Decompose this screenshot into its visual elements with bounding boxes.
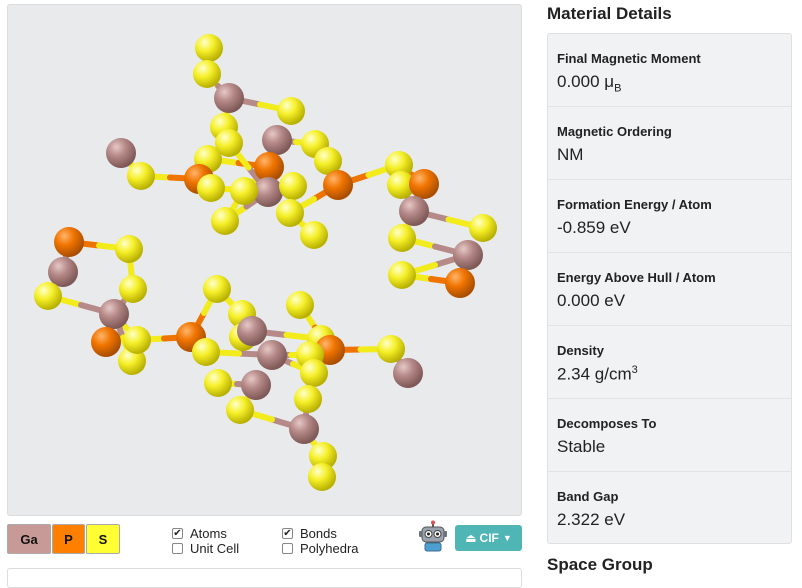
atom-p[interactable] (445, 268, 475, 298)
atom-ga[interactable] (48, 257, 78, 287)
atom-s[interactable] (123, 326, 151, 354)
atom-s[interactable] (388, 224, 416, 252)
bonds-label: Bonds (300, 526, 337, 541)
atom-s[interactable] (115, 235, 143, 263)
atom-s[interactable] (127, 162, 155, 190)
download-cif-label: CIF (479, 531, 499, 545)
atom-p[interactable] (91, 327, 121, 357)
magnetic-ordering-label: Magnetic Ordering (557, 124, 672, 139)
atom-s[interactable] (279, 172, 307, 200)
atom-s[interactable] (300, 359, 328, 387)
magnetic-ordering-row: Magnetic Ordering NM (548, 107, 791, 180)
atom-s[interactable] (203, 275, 231, 303)
atom-ga[interactable] (257, 340, 287, 370)
unit-cell-toggle[interactable]: Unit Cell (172, 541, 239, 556)
element-legend: Ga P S (7, 524, 121, 554)
download-cif-button[interactable]: ⏏ CIF ▼ (455, 525, 522, 551)
atom-s[interactable] (377, 335, 405, 363)
energy-above-hull-label: Energy Above Hull / Atom (557, 270, 716, 285)
legend-p[interactable]: P (52, 524, 85, 554)
band-gap-row: Band Gap 2.322 eV (548, 472, 791, 545)
atom-s[interactable] (226, 396, 254, 424)
atom-s[interactable] (276, 199, 304, 227)
atoms-label: Atoms (190, 526, 227, 541)
density-row: Density 2.34 g/cm3 (548, 326, 791, 399)
atom-s[interactable] (34, 282, 62, 310)
energy-above-hull-value: 0.000 eV (557, 291, 626, 310)
download-icon: ⏏ (465, 531, 477, 545)
legend-s[interactable]: S (86, 524, 120, 554)
atom-ga[interactable] (393, 358, 423, 388)
atom-p[interactable] (54, 227, 84, 257)
formation-energy-value: -0.859 eV (557, 218, 631, 237)
atom-s[interactable] (211, 207, 239, 235)
decomposes-to-value: Stable (557, 437, 606, 456)
unit-cell-checkbox[interactable] (172, 543, 183, 554)
formation-energy-label: Formation Energy / Atom (557, 197, 712, 212)
crystal-structure-3d[interactable] (8, 5, 522, 516)
atom-ga[interactable] (237, 316, 267, 346)
atom-ga[interactable] (289, 414, 319, 444)
band-gap-value: 2.322 eV (557, 510, 626, 529)
atom-s[interactable] (294, 385, 322, 413)
atom-s[interactable] (195, 34, 223, 62)
band-gap-label: Band Gap (557, 489, 619, 504)
atom-ga[interactable] (106, 138, 136, 168)
space-group-title: Space Group (547, 555, 653, 574)
bonds-checkbox[interactable]: ✔ (282, 528, 293, 539)
atom-s[interactable] (388, 261, 416, 289)
atom-ga[interactable] (262, 125, 292, 155)
atom-p[interactable] (409, 169, 439, 199)
decomposes-to-label: Decomposes To (557, 416, 657, 431)
structure-viewer[interactable] (7, 4, 522, 516)
robot-icon[interactable] (418, 520, 448, 552)
atom-ga[interactable] (453, 240, 483, 270)
atoms-toggle[interactable]: ✔ Atoms (172, 526, 239, 541)
formation-energy-row: Formation Energy / Atom -0.859 eV (548, 180, 791, 253)
atom-ga[interactable] (241, 370, 271, 400)
atom-ga[interactable] (214, 83, 244, 113)
atoms-checkbox[interactable]: ✔ (172, 528, 183, 539)
bonds-toggle[interactable]: ✔ Bonds (282, 526, 359, 541)
final-magnetic-moment-row: Final Magnetic Moment 0.000 μB (548, 34, 791, 107)
final-magnetic-moment-value: 0.000 μB (557, 72, 622, 95)
atom-s[interactable] (230, 177, 258, 205)
atom-s[interactable] (469, 214, 497, 242)
atom-s[interactable] (119, 275, 147, 303)
caret-down-icon: ▼ (502, 533, 512, 543)
atom-s[interactable] (277, 97, 305, 125)
final-magnetic-moment-label: Final Magnetic Moment (557, 51, 701, 66)
unit-cell-label: Unit Cell (190, 541, 240, 556)
display-options-right: ✔ Bonds Polyhedra (282, 526, 359, 556)
atom-ga[interactable] (99, 299, 129, 329)
polyhedra-toggle[interactable]: Polyhedra (282, 541, 359, 556)
atom-s[interactable] (286, 291, 314, 319)
material-details-title: Material Details (547, 4, 672, 23)
material-details-panel: Final Magnetic Moment 0.000 μB Magnetic … (547, 33, 792, 544)
atom-s[interactable] (192, 338, 220, 366)
legend-ga[interactable]: Ga (7, 524, 51, 554)
atom-s[interactable] (308, 463, 336, 491)
magnetic-ordering-value: NM (557, 145, 584, 164)
atom-s[interactable] (193, 60, 221, 88)
atom-ga[interactable] (399, 196, 429, 226)
atom-s[interactable] (300, 221, 328, 249)
atom-p[interactable] (323, 170, 353, 200)
polyhedra-label: Polyhedra (300, 541, 359, 556)
lower-panel (7, 568, 522, 588)
display-options-left: ✔ Atoms Unit Cell (172, 526, 239, 556)
atom-s[interactable] (197, 174, 225, 202)
decomposes-to-row: Decomposes To Stable (548, 399, 791, 472)
atom-s[interactable] (204, 369, 232, 397)
energy-above-hull-row: Energy Above Hull / Atom 0.000 eV (548, 253, 791, 326)
polyhedra-checkbox[interactable] (282, 543, 293, 554)
density-label: Density (557, 343, 604, 358)
density-value: 2.34 g/cm3 (557, 364, 638, 384)
